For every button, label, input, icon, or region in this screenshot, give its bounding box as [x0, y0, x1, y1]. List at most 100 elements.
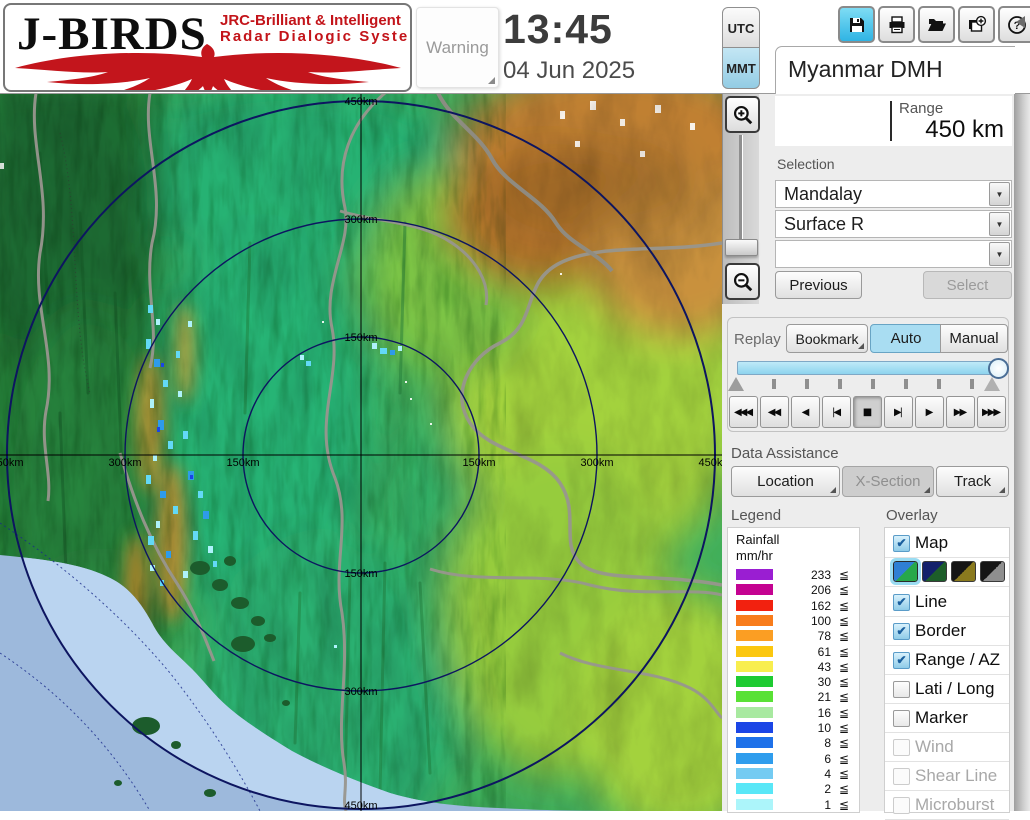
zoom-in-button[interactable]: [725, 96, 760, 133]
playback-controls: ◀◀◀ ◀◀ ◀ |◀ ■ ▶| ▶ ▶▶ ▶▶▶: [729, 396, 1006, 428]
legend-value: 43: [817, 659, 831, 674]
overlay-item-label: Shear Line: [915, 766, 998, 785]
overlay-item-line[interactable]: ✔ Line: [885, 587, 1009, 617]
overlay-item-lati-long[interactable]: Lati / Long: [885, 674, 1009, 704]
replay-slider-handle[interactable]: [988, 358, 1009, 379]
legend-value: 8: [824, 736, 831, 751]
legend-swatch: [736, 614, 773, 626]
legend-swatch: [736, 706, 773, 718]
track-label: Track: [954, 473, 991, 490]
playback-step-forward-button[interactable]: ▶|: [884, 396, 913, 428]
panel-edge-strip: [1014, 0, 1030, 811]
legend-swatch: [736, 645, 773, 657]
playback-forward-fast-button[interactable]: ▶▶▶: [977, 396, 1006, 428]
magnifier-minus-icon: [733, 272, 752, 291]
range-value: 450 km: [925, 116, 1004, 143]
overlay-item-marker[interactable]: Marker: [885, 703, 1009, 733]
checkbox-border[interactable]: ✔: [893, 623, 910, 640]
utc-toggle-button[interactable]: UTC: [722, 7, 760, 49]
site-dropdown[interactable]: Mandalay ▼: [775, 180, 1012, 208]
playback-rewind-button[interactable]: ◀◀: [760, 396, 789, 428]
chevron-down-icon[interactable]: ▼: [989, 182, 1010, 206]
map-style-option-2[interactable]: [922, 561, 947, 582]
replay-label: Replay: [734, 331, 781, 348]
clock-time: 13:45: [503, 6, 613, 52]
overlay-item-shear-line: Shear Line: [885, 761, 1009, 791]
save-button[interactable]: [838, 6, 875, 43]
legend-swatch: [736, 798, 773, 810]
overlay-item-map[interactable]: ✔ Map: [885, 528, 1009, 558]
legend-unit-line1: Rainfall: [736, 532, 780, 547]
print-button[interactable]: [878, 6, 915, 43]
zoom-out-button[interactable]: [725, 263, 760, 300]
select-button[interactable]: Select: [923, 271, 1012, 299]
playback-forward-button[interactable]: ▶▶: [946, 396, 975, 428]
replay-timeline-slider[interactable]: [737, 361, 1007, 375]
x-section-button[interactable]: X-Section: [842, 466, 934, 497]
logo-tagline-line1: JRC-Brilliant & Intelligent: [220, 12, 401, 29]
range-divider: [890, 101, 892, 141]
checkbox-line[interactable]: ✔: [893, 594, 910, 611]
legend-row: 8 ≦: [728, 735, 859, 750]
control-panel: Range 450 km Selection Mandalay ▼ Surfac…: [722, 93, 1014, 820]
open-file-button[interactable]: [918, 6, 955, 43]
legend-row: 16 ≦: [728, 705, 859, 720]
legend-label: Legend: [731, 507, 782, 524]
map-zoom-control: [722, 93, 760, 304]
zoom-slider-thumb[interactable]: [725, 239, 758, 256]
checkbox-range-az[interactable]: ✔: [893, 652, 910, 669]
open-file-icon: [927, 15, 947, 35]
legend-value: 61: [817, 644, 831, 659]
playback-rewind-fast-button[interactable]: ◀◀◀: [729, 396, 758, 428]
overlay-item-border[interactable]: ✔ Border: [885, 616, 1009, 646]
legend-row: 162 ≦: [728, 598, 859, 613]
checkbox-map[interactable]: ✔: [893, 535, 910, 552]
legend-operator: ≦: [838, 629, 849, 644]
playback-step-back-button[interactable]: |◀: [822, 396, 851, 428]
manual-mode-button[interactable]: Manual: [940, 324, 1008, 353]
legend-swatch: [736, 630, 773, 642]
add-display-icon: [967, 15, 987, 35]
previous-button[interactable]: Previous: [775, 271, 862, 299]
checkbox-marker[interactable]: [893, 710, 910, 727]
mmt-toggle-button[interactable]: MMT: [722, 47, 760, 89]
slider-start-marker[interactable]: [728, 377, 744, 391]
playback-reverse-play-button[interactable]: ◀: [791, 396, 820, 428]
ring-label-300km: 300km: [344, 686, 377, 698]
overlay-item-range-az[interactable]: ✔ Range / AZ: [885, 645, 1009, 675]
legend-unit-line2: mm/hr: [736, 548, 773, 563]
playback-play-button[interactable]: ▶: [915, 396, 944, 428]
ring-label-450km: 450km: [698, 457, 722, 469]
overlay-item-label: Lati / Long: [915, 679, 995, 698]
legend-swatch: [736, 722, 773, 733]
legend-value: 206: [810, 583, 831, 598]
map-style-option-1[interactable]: [890, 558, 921, 585]
map-style-option-3[interactable]: [951, 561, 976, 582]
slider-tick: [937, 379, 941, 389]
auto-mode-button[interactable]: Auto: [870, 324, 942, 353]
map-style-option-4[interactable]: [980, 561, 1005, 582]
panel-collapse-arrow-icon[interactable]: [1016, 16, 1025, 28]
clock-date: 04 Jun 2025: [503, 57, 636, 84]
ring-label-150km: 150km: [462, 457, 495, 469]
slider-end-marker[interactable]: [984, 377, 1000, 391]
bookmark-button[interactable]: Bookmark: [786, 324, 868, 353]
warning-button[interactable]: Warning: [416, 7, 499, 88]
playback-stop-button[interactable]: ■: [853, 396, 882, 428]
legend-value: 10: [817, 721, 831, 735]
location-button[interactable]: Location: [731, 466, 840, 497]
extra-dropdown[interactable]: ▼: [775, 240, 1012, 268]
product-dropdown[interactable]: Surface R ▼: [775, 210, 1012, 238]
legend-value: 233: [810, 568, 831, 582]
track-button[interactable]: Track: [936, 466, 1009, 497]
legend-operator: ≦: [838, 690, 849, 705]
chevron-down-icon[interactable]: ▼: [989, 212, 1010, 236]
add-display-button[interactable]: [958, 6, 995, 43]
checkbox-lati-long[interactable]: [893, 681, 910, 698]
help-button[interactable]: ?: [998, 6, 1030, 43]
legend-operator: ≦: [838, 644, 849, 659]
chevron-down-icon[interactable]: ▼: [989, 242, 1010, 266]
slider-tick: [970, 379, 974, 389]
radar-map[interactable]: 150km 150km 150km 150km 300km 300km 300km 300km…: [0, 93, 722, 811]
zoom-slider-track[interactable]: [739, 135, 743, 251]
